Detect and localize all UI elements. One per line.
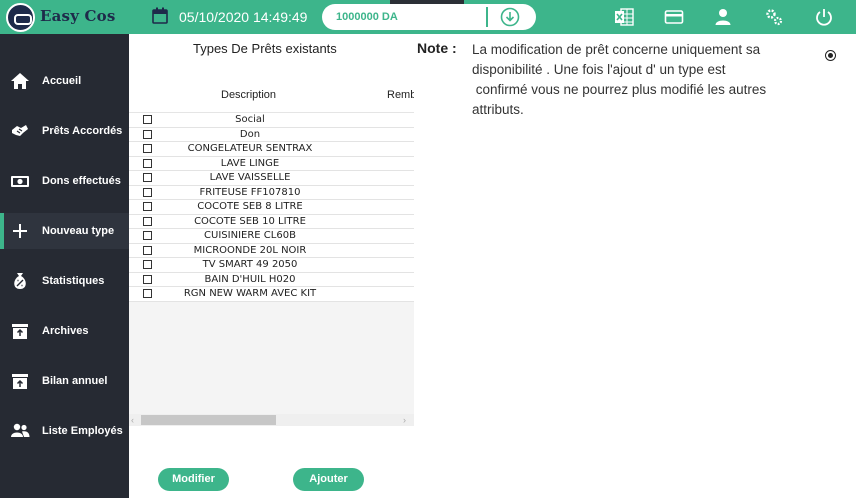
sidebar-item-archives[interactable]: Archives	[0, 313, 129, 349]
calendar-icon	[152, 7, 168, 24]
sidebar-item-liste-employes[interactable]: Liste Employés	[0, 413, 129, 449]
row-description: TV SMART 49 2050	[202, 259, 298, 270]
handshake-icon	[12, 125, 28, 136]
sidebar-item-label: Bilan annuel	[42, 375, 108, 387]
upload-box-icon	[12, 374, 28, 389]
table-row[interactable]: LAVE LINGE	[129, 156, 414, 171]
add-button[interactable]: Ajouter	[293, 468, 364, 491]
table-row[interactable]: MICROONDE 20L NOIR	[129, 243, 414, 258]
column-header-remb[interactable]: Remb	[387, 89, 414, 101]
scroll-right-icon[interactable]: ›	[403, 414, 406, 426]
row-checkbox[interactable]	[143, 260, 152, 269]
current-datetime: 05/10/2020 14:49:49	[179, 9, 308, 25]
table-row[interactable]: BAIN D'HUIL H020	[129, 272, 414, 287]
row-description: RGN NEW WARM AVEC KIT	[183, 288, 317, 299]
note-line: attributs.	[472, 102, 524, 117]
table-row[interactable]: Social	[129, 113, 414, 128]
note-line: La modification de prêt concerne uniquem…	[472, 42, 761, 57]
home-icon	[11, 73, 29, 89]
sidebar-item-statistiques[interactable]: Statistiques	[0, 263, 129, 299]
card-icon[interactable]	[664, 7, 684, 27]
table-body: Social Don CONGELATEUR SENTRAX LAVE LING…	[129, 113, 414, 302]
row-description: Don	[239, 128, 261, 140]
loan-types-table: Description Remb Social Don CONGELATEUR …	[129, 76, 414, 426]
row-checkbox[interactable]	[143, 158, 152, 168]
top-bar: Easy Cos 05/10/2020 14:49:49 1000000 DA	[0, 0, 856, 34]
archive-icon	[12, 324, 28, 339]
row-description: CUISINIERE CL60B	[204, 230, 296, 241]
row-checkbox[interactable]	[143, 274, 152, 284]
note-label: Note :	[417, 40, 457, 56]
row-checkbox[interactable]	[143, 231, 152, 240]
row-checkbox[interactable]	[143, 144, 152, 153]
excel-icon[interactable]	[614, 7, 634, 27]
sidebar-item-label: Nouveau type	[42, 225, 115, 237]
sidebar-item-dons-effectues[interactable]: Dons effectués	[0, 163, 129, 199]
app-window: Easy Cos 05/10/2020 14:49:49 1000000 DA	[0, 0, 856, 498]
sidebar-item-accueil[interactable]: Accueil	[0, 63, 129, 99]
horizontal-scrollbar[interactable]: ‹ ›	[129, 414, 414, 426]
table-row[interactable]: COCOTE SEB 8 LITRE	[129, 200, 414, 215]
row-checkbox[interactable]	[143, 216, 152, 226]
money-icon	[11, 176, 29, 187]
row-description: LAVE LINGE	[220, 157, 280, 169]
sidebar-item-label: Accueil	[42, 75, 82, 87]
balance-value: 1000000 DA	[336, 11, 398, 23]
sidebar-item-prets-accordes[interactable]: Prêts Accordés	[0, 113, 129, 149]
row-checkbox[interactable]	[143, 289, 152, 298]
row-description: COCOTE SEB 8 LITRE	[197, 201, 303, 212]
row-description: MICROONDE 20L NOIR	[193, 244, 307, 256]
sidebar: Accueil Prêts Accordés Dons effectués No…	[0, 34, 129, 498]
table-row[interactable]: CUISINIERE CL60B	[129, 229, 414, 244]
scrollbar-thumb[interactable]	[141, 415, 276, 425]
sidebar-item-label: Dons effectués	[42, 175, 121, 187]
app-name: Easy Cos	[40, 7, 116, 25]
row-description: CONGELATEUR SENTRAX	[187, 143, 313, 154]
sidebar-item-label: Prêts Accordés	[42, 125, 123, 137]
row-checkbox[interactable]	[143, 187, 152, 197]
column-header-description[interactable]: Description	[221, 89, 276, 101]
table-row[interactable]: LAVE VAISSELLE	[129, 171, 414, 186]
modify-button[interactable]: Modifier	[158, 468, 229, 491]
logo-handshake-icon	[6, 3, 35, 32]
table-row[interactable]: Don	[129, 127, 414, 142]
table-row[interactable]: TV SMART 49 2050	[129, 258, 414, 273]
row-description: FRITEUSE FF107810	[199, 186, 301, 198]
power-icon[interactable]	[814, 7, 834, 27]
table-row[interactable]: RGN NEW WARM AVEC KIT	[129, 287, 414, 302]
row-description: LAVE VAISSELLE	[209, 172, 291, 183]
row-description: BAIN D'HUIL H020	[204, 273, 296, 285]
row-checkbox[interactable]	[143, 245, 152, 255]
sidebar-item-label: Archives	[42, 325, 89, 337]
scroll-left-icon[interactable]: ‹	[131, 414, 134, 426]
table-row[interactable]: CONGELATEUR SENTRAX	[129, 142, 414, 157]
settings-icon[interactable]	[764, 7, 784, 27]
row-checkbox[interactable]	[143, 115, 152, 124]
row-checkbox[interactable]	[143, 129, 152, 139]
sidebar-item-label: Statistiques	[42, 275, 105, 287]
moneybag-icon	[14, 273, 26, 289]
radio-button[interactable]	[825, 50, 836, 61]
user-icon[interactable]	[713, 7, 733, 27]
balance-divider	[486, 7, 488, 27]
note-text: La modification de prêt concerne uniquem…	[472, 40, 812, 120]
download-circle-icon[interactable]	[500, 7, 520, 27]
app-logo: Easy Cos	[6, 3, 126, 32]
plus-icon	[13, 224, 27, 238]
table-header: Description Remb	[129, 76, 414, 113]
sidebar-item-label: Liste Employés	[42, 425, 123, 437]
row-checkbox[interactable]	[143, 173, 152, 182]
sidebar-item-nouveau-type[interactable]: Nouveau type	[0, 213, 129, 249]
balance-box: 1000000 DA	[322, 4, 536, 30]
note-line: confirmé vous ne pourrez plus modifié le…	[472, 82, 767, 97]
note-line: disponibilité . Une fois l'ajout d' un t…	[472, 62, 726, 77]
table-row[interactable]: COCOTE SEB 10 LITRE	[129, 214, 414, 229]
row-description: COCOTE SEB 10 LITRE	[194, 215, 306, 227]
list-title: Types De Prêts existants	[193, 41, 337, 56]
people-icon	[11, 423, 30, 437]
row-description: Social	[235, 114, 265, 125]
row-checkbox[interactable]	[143, 202, 152, 211]
sidebar-item-bilan-annuel[interactable]: Bilan annuel	[0, 363, 129, 399]
table-row[interactable]: FRITEUSE FF107810	[129, 185, 414, 200]
